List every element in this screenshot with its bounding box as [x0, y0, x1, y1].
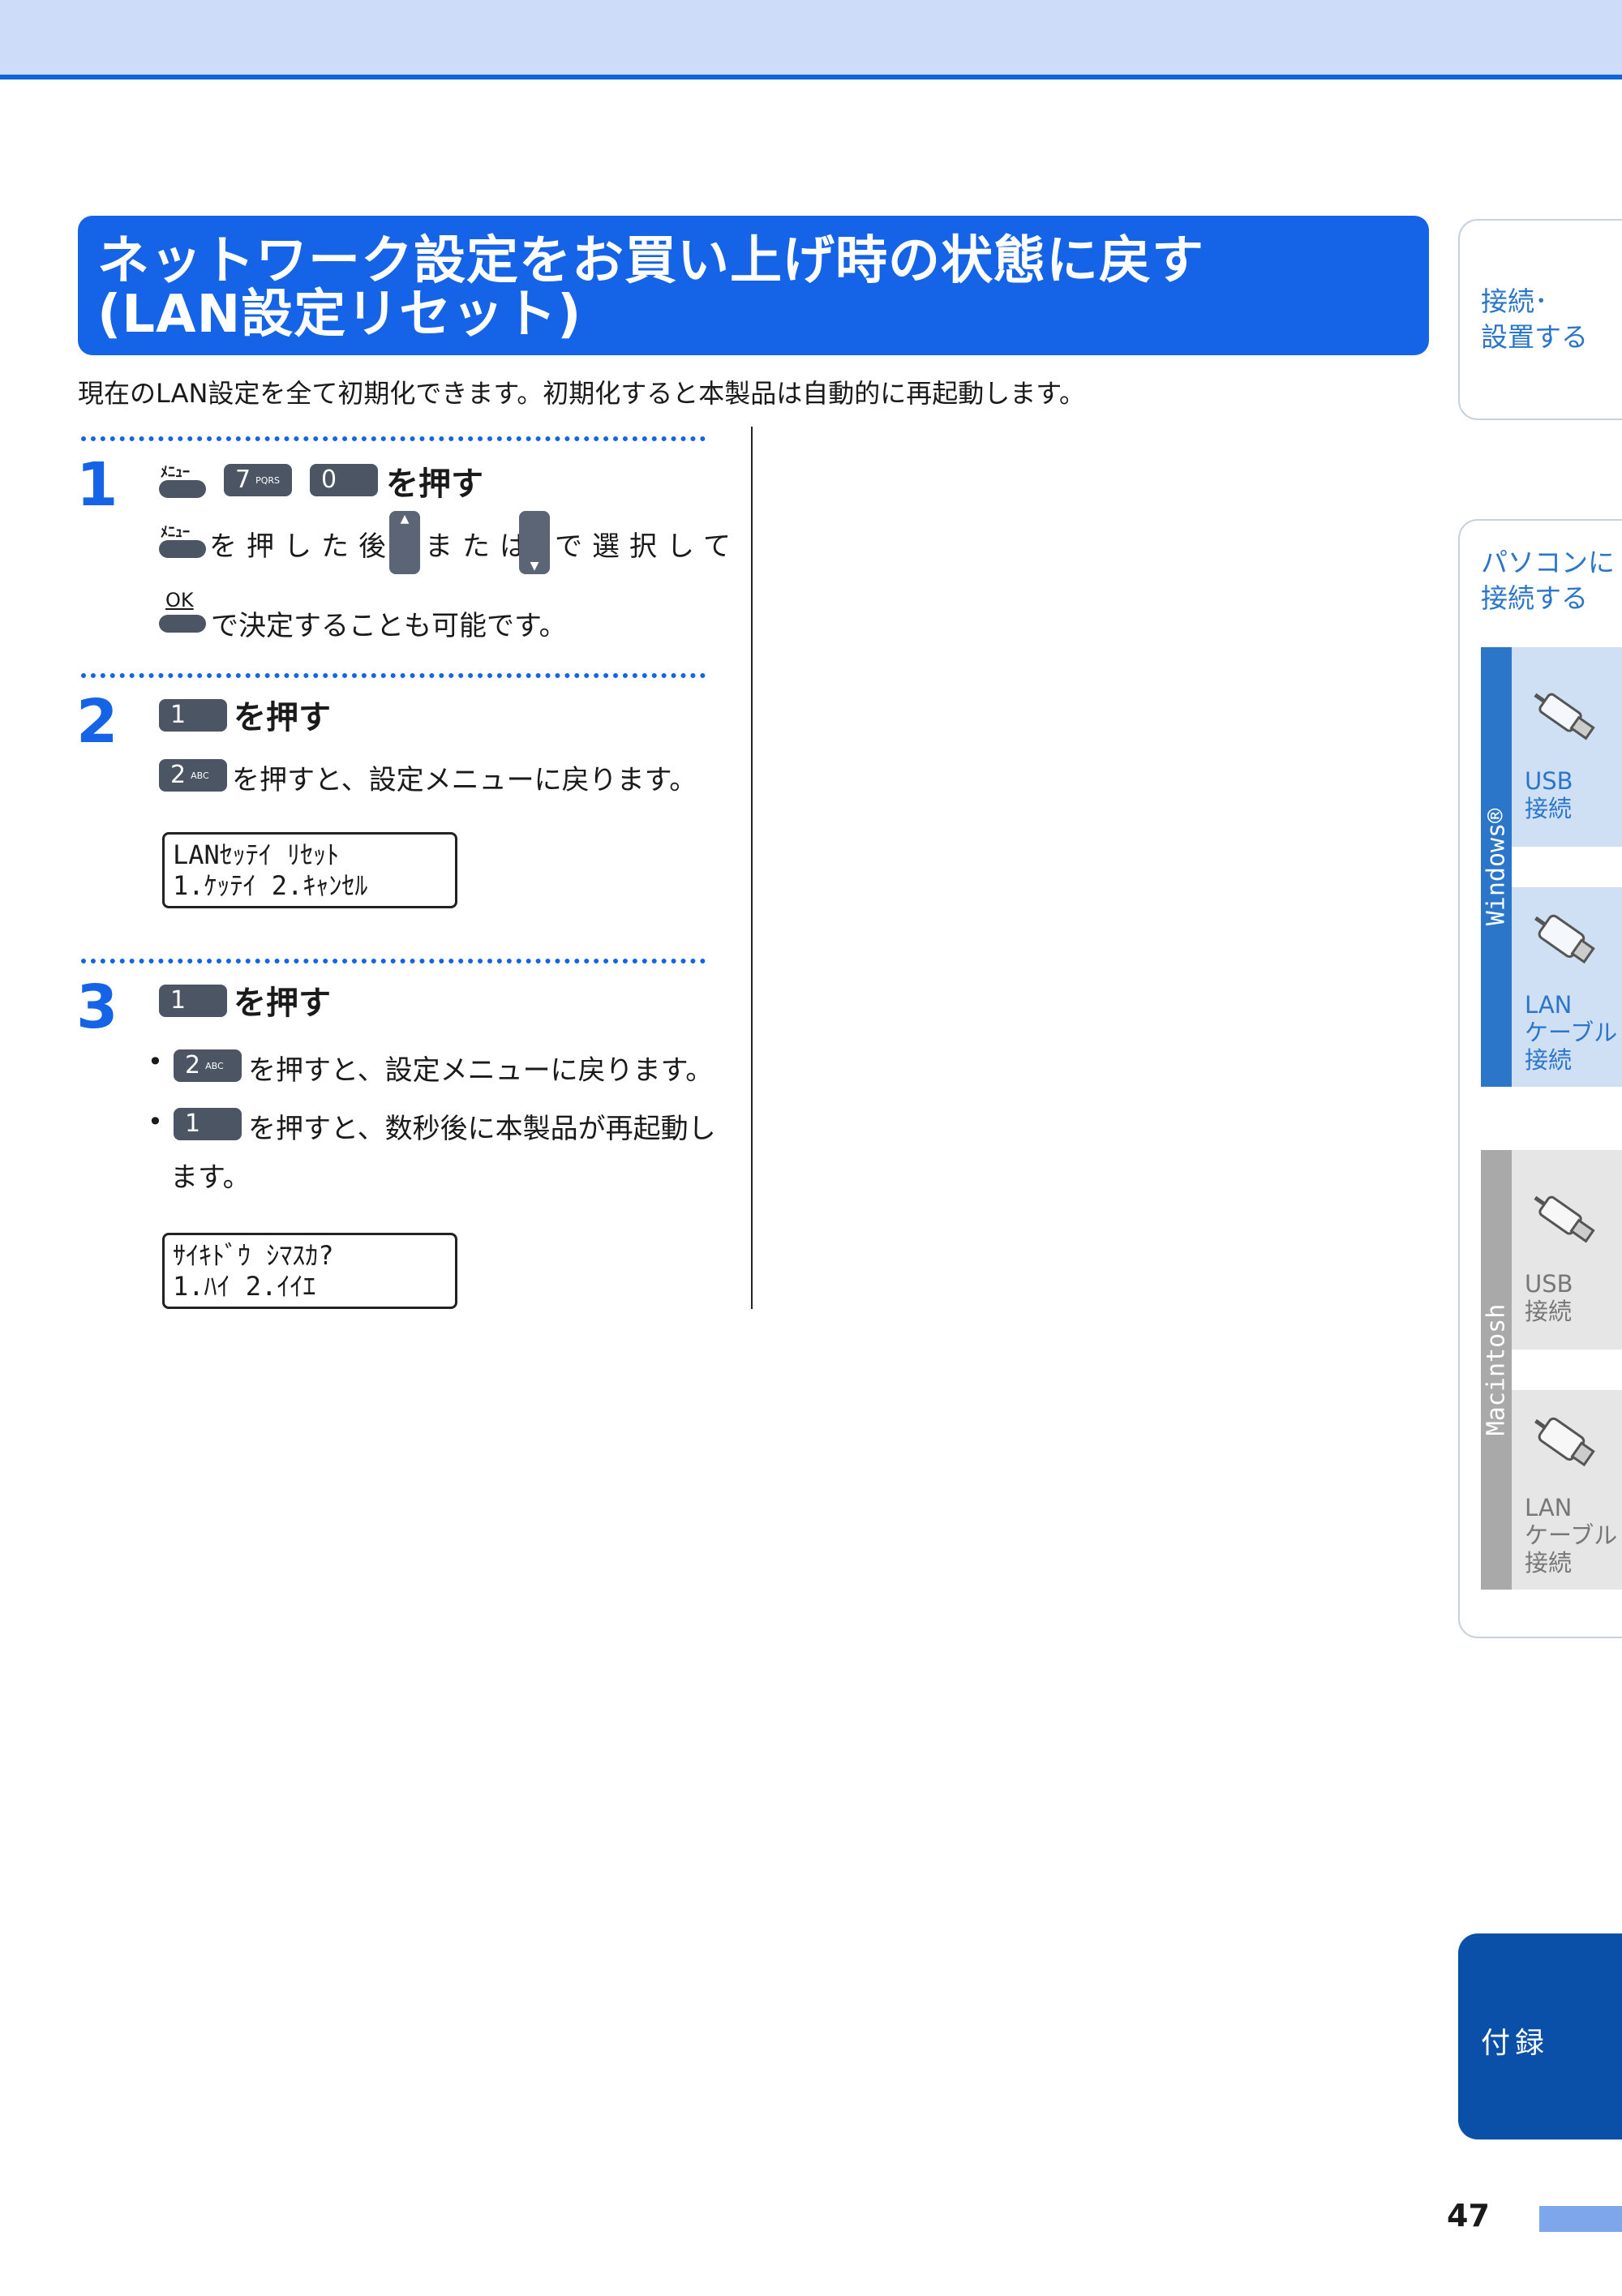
windows-usb-label: USB 接続	[1525, 767, 1573, 822]
page-number-bar	[1539, 2206, 1622, 2232]
step-separator	[81, 673, 706, 678]
lcd-line-2: 1.ｹｯﾃｲ 2.ｷｬﾝｾﾙ	[173, 870, 368, 901]
lcd-display: ｻｲｷﾄﾞｳ ｼﾏｽｶ? 1.ﾊｲ 2.ｲｲｴ	[162, 1233, 457, 1309]
mac-lan-label: LAN ケーブル 接続	[1525, 1494, 1618, 1577]
column-divider	[751, 427, 753, 1309]
lan-cable-icon	[1526, 1410, 1604, 1481]
step-number-1: 1	[76, 450, 118, 520]
step-2-note: を押すと、設定メニューに戻ります。	[232, 764, 697, 796]
bullet-marker: •	[148, 1106, 163, 1137]
key-1: 1	[159, 985, 227, 1017]
up-arrow-key-icon: ▲	[389, 511, 420, 574]
lan-cable-icon	[1526, 907, 1604, 978]
step-3-bullet-2-continued: ます。	[170, 1161, 251, 1194]
tab-appendix-label: 付録	[1481, 2027, 1550, 2060]
menu-button-icon-inline	[159, 540, 206, 558]
step-3-bullet-1: を押すと、設定メニューに戻ります。	[248, 1054, 714, 1087]
key-2: 2 ABC	[159, 759, 227, 792]
section-title-line2: (LAN設定リセット)	[97, 285, 582, 345]
key-1: 1	[174, 1108, 242, 1140]
step-3-bullet-2: を押すと、数秒後に本製品が再起動し	[248, 1113, 716, 1145]
menu-key-label: ﾒﾆｭｰ	[161, 464, 190, 481]
key-0: 0	[310, 464, 378, 496]
macintosh-section-bar: Macintosh	[1481, 1150, 1512, 1590]
key-2: 2 ABC	[174, 1049, 242, 1082]
ok-key-label: OK	[165, 589, 194, 612]
mac-usb-label: USB 接続	[1525, 1270, 1573, 1325]
lcd-line-2: 1.ﾊｲ 2.ｲｲｴ	[173, 1271, 316, 1302]
windows-lan-label: LAN ケーブル 接続	[1525, 991, 1618, 1074]
step-separator	[81, 959, 706, 963]
down-arrow-key-icon: ▼	[519, 511, 550, 574]
tab-connect-setup-label: 接続･ 設置する	[1481, 285, 1588, 353]
section-title-line1: ネットワーク設定をお買い上げ時の状態に戻す	[97, 231, 1204, 291]
menu-key-label-inline: ﾒﾆｭｰ	[161, 524, 190, 541]
usb-cable-icon	[1526, 1186, 1604, 1257]
step-2-heading: を押す	[234, 699, 331, 736]
step-1-heading: を押す	[386, 466, 483, 503]
usb-cable-icon	[1526, 683, 1604, 754]
menu-button-icon	[159, 480, 206, 498]
step-1-note-part3: で選択して	[555, 530, 740, 563]
windows-section-bar: Windows®	[1481, 647, 1512, 1087]
lcd-line-1: ｻｲｷﾄﾞｳ ｼﾏｽｶ?	[173, 1240, 334, 1271]
page-number: 47	[1447, 2198, 1490, 2234]
header-rule	[0, 75, 1622, 79]
tab-pc-connect-label: パソコンに 接続する	[1481, 547, 1615, 614]
header-band	[0, 0, 1622, 75]
section-title-box: ネットワーク設定をお買い上げ時の状態に戻す (LAN設定リセット)	[78, 216, 1429, 355]
step-1-note-line2: で決定することも可能です。	[211, 610, 567, 642]
step-number-2: 2	[76, 687, 118, 757]
lcd-line-1: LANｾｯﾃｲ ﾘｾｯﾄ	[173, 839, 340, 870]
bullet-marker: •	[148, 1046, 163, 1077]
step-number-3: 3	[76, 972, 118, 1042]
intro-text: 現在のLAN設定を全て初期化できます。初期化すると本製品は自動的に再起動します。	[78, 378, 1085, 409]
key-1: 1	[159, 699, 227, 732]
key-7: 7 PQRS	[224, 464, 292, 496]
step-separator	[81, 436, 706, 441]
ok-button-icon	[159, 615, 206, 633]
lcd-display: LANｾｯﾃｲ ﾘｾｯﾄ 1.ｹｯﾃｲ 2.ｷｬﾝｾﾙ	[162, 832, 457, 908]
step-3-heading: を押す	[234, 985, 331, 1022]
